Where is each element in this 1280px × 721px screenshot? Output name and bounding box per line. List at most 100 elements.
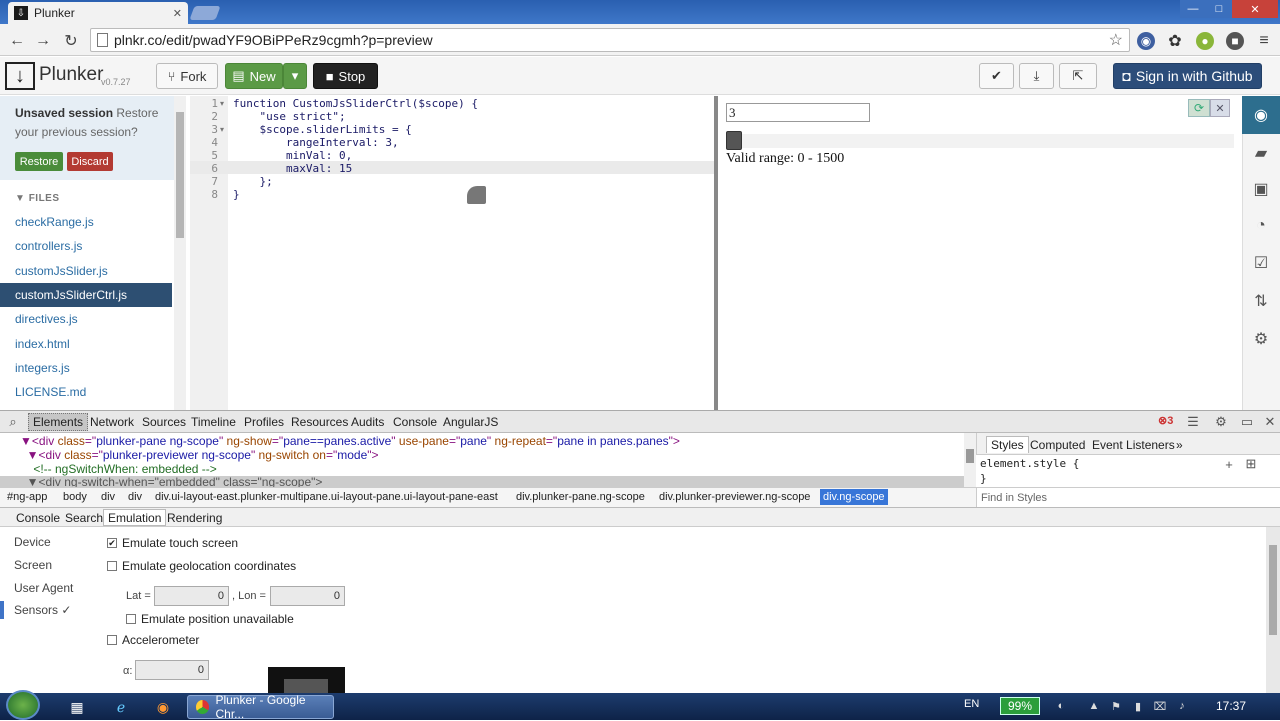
- devtools-tab[interactable]: Profiles: [240, 413, 288, 431]
- slider-track[interactable]: [726, 134, 1234, 148]
- volume-icon[interactable]: ♪: [1174, 698, 1190, 714]
- position-unavailable-checkbox[interactable]: [126, 614, 136, 624]
- file-item[interactable]: index.html: [0, 332, 172, 356]
- file-item[interactable]: controllers.js: [0, 234, 172, 258]
- refresh-preview-icon[interactable]: ⟳: [1188, 99, 1210, 117]
- breadcrumb-item[interactable]: div.plunker-pane.ng-scope: [513, 489, 648, 505]
- emu-side-device[interactable]: Device: [14, 535, 51, 549]
- element-style-rule[interactable]: element.style {: [980, 457, 1079, 470]
- code-line[interactable]: $scope.sliderLimits = {: [233, 123, 411, 136]
- drawer-tab[interactable]: Console: [12, 509, 64, 526]
- accelerometer-row[interactable]: Accelerometer: [107, 633, 199, 647]
- code-line[interactable]: function CustomJsSliderCtrl($scope) {: [233, 97, 478, 110]
- back-icon[interactable]: ←: [6, 30, 28, 52]
- devtools-tab[interactable]: Network: [86, 413, 138, 431]
- angular-extension-icon[interactable]: ■: [1226, 32, 1244, 50]
- code-line[interactable]: "use strict";: [233, 110, 345, 123]
- code-line[interactable]: };: [233, 175, 272, 188]
- devtools-tab[interactable]: Sources: [138, 413, 190, 431]
- alpha-input[interactable]: 0: [135, 660, 209, 680]
- checklist-icon[interactable]: ☑: [1242, 246, 1280, 280]
- geolocation-checkbox[interactable]: [107, 561, 117, 571]
- breadcrumb-item[interactable]: div.ng-scope: [820, 489, 888, 505]
- file-list-scrollbar[interactable]: [174, 96, 186, 410]
- devtools-tab[interactable]: Resources: [287, 413, 352, 431]
- file-item[interactable]: checkRange.js: [0, 210, 172, 234]
- explorer-taskbar-icon[interactable]: ▦: [66, 697, 88, 717]
- emu-side-screen[interactable]: Screen: [14, 558, 52, 572]
- address-bar[interactable]: plnkr.co/edit/pwadYF9OBiPPeRz9cgmh?p=pre…: [90, 28, 1130, 52]
- close-preview-icon[interactable]: ✕: [1210, 99, 1230, 117]
- close-devtools-icon[interactable]: ✕: [1261, 413, 1279, 431]
- stop-button[interactable]: ■ Stop: [313, 63, 378, 89]
- styles-tab[interactable]: »: [1172, 436, 1187, 453]
- emu-side-user-agent[interactable]: User Agent: [14, 581, 73, 595]
- close-tab-icon[interactable]: ✕: [173, 7, 182, 20]
- drawer-tab[interactable]: Rendering: [163, 509, 226, 526]
- breadcrumb-item[interactable]: div.plunker-previewer.ng-scope: [656, 489, 813, 505]
- discard-button[interactable]: Discard: [67, 152, 113, 171]
- firefox-taskbar-icon[interactable]: ◉: [152, 697, 174, 717]
- range-input[interactable]: 3: [726, 103, 870, 122]
- touch-screen-row[interactable]: ✔ Emulate touch screen: [107, 536, 238, 550]
- file-item[interactable]: customJsSlider.js: [0, 259, 172, 283]
- lon-input[interactable]: 0: [270, 586, 345, 606]
- drawer-tab[interactable]: Emulation: [103, 509, 167, 526]
- add-style-icon[interactable]: +: [1220, 455, 1238, 473]
- file-item[interactable]: integers.js: [0, 356, 172, 380]
- sign-in-github-button[interactable]: ◘ Sign in with Github: [1113, 63, 1262, 89]
- devtools-tab[interactable]: Timeline: [187, 413, 240, 431]
- dock-icon[interactable]: ▭: [1238, 413, 1256, 431]
- restore-button[interactable]: Restore: [15, 152, 63, 171]
- clock[interactable]: 17:37: [1216, 699, 1246, 713]
- breadcrumb-item[interactable]: #ng-app: [4, 489, 50, 505]
- settings-gear-icon[interactable]: ⚙: [1242, 322, 1280, 356]
- error-count[interactable]: ⊗3: [1158, 414, 1173, 427]
- minimize-window-icon[interactable]: —: [1180, 0, 1206, 18]
- lat-input[interactable]: 0: [154, 586, 229, 606]
- network-icon[interactable]: ▮: [1130, 698, 1146, 714]
- breadcrumb-item[interactable]: body: [60, 489, 90, 505]
- inspect-icon[interactable]: ⌕: [4, 413, 22, 431]
- devtools-tab[interactable]: Audits: [347, 413, 388, 431]
- dom-scrollbar[interactable]: [964, 433, 976, 487]
- styles-tab[interactable]: Computed: [1026, 436, 1089, 453]
- dom-comment[interactable]: <!-- ngSwitchWhen: embedded -->: [0, 462, 216, 476]
- geolocation-row[interactable]: Emulate geolocation coordinates: [107, 559, 296, 573]
- gear-extension-icon[interactable]: ✿: [1166, 32, 1184, 50]
- devtools-settings-icon[interactable]: ⚙: [1212, 413, 1230, 431]
- touch-screen-checkbox[interactable]: ✔: [107, 538, 117, 548]
- code-line[interactable]: rangeInterval: 3,: [233, 136, 399, 149]
- ie-taskbar-icon[interactable]: ℯ: [110, 697, 132, 717]
- chrome-taskbar-button[interactable]: Plunker - Google Chr...: [187, 693, 334, 721]
- reload-icon[interactable]: ↻: [60, 30, 82, 52]
- battery-indicator[interactable]: 99%: [1000, 697, 1040, 715]
- scrollbar-thumb[interactable]: [1269, 545, 1277, 635]
- menu-icon[interactable]: ≡: [1255, 32, 1273, 50]
- toggle-state-icon[interactable]: ⊞: [1242, 455, 1260, 473]
- new-button[interactable]: ▤ New: [225, 63, 283, 89]
- file-item[interactable]: customJsSliderCtrl.js: [0, 282, 172, 307]
- new-tab-button[interactable]: [189, 6, 221, 20]
- tray-arrow-icon[interactable]: ▲: [1086, 698, 1102, 714]
- dom-node[interactable]: ▼<div class="plunker-pane ng-scope" ng-s…: [0, 434, 680, 448]
- emu-side-sensors[interactable]: Sensors ✓: [14, 603, 71, 617]
- fold-arrow-icon[interactable]: ▾: [220, 125, 224, 134]
- devtools-tab[interactable]: Elements: [28, 413, 89, 431]
- download-button[interactable]: ⤓: [1019, 63, 1054, 89]
- close-window-icon[interactable]: ✕: [1232, 0, 1278, 18]
- fork-button[interactable]: ⑂ Fork: [156, 63, 218, 89]
- flag-icon[interactable]: ⚑: [1108, 698, 1124, 714]
- file-item[interactable]: directives.js: [0, 307, 172, 331]
- styles-tab[interactable]: Styles: [986, 436, 1029, 453]
- accelerometer-checkbox[interactable]: [107, 635, 117, 645]
- language-indicator[interactable]: EN: [964, 698, 979, 710]
- forward-icon[interactable]: →: [32, 30, 54, 52]
- code-line[interactable]: }: [233, 188, 240, 201]
- tray-icon[interactable]: ◐: [1053, 698, 1069, 714]
- file-item[interactable]: LICENSE.md: [0, 380, 172, 404]
- console-drawer-icon[interactable]: ☰: [1184, 413, 1202, 431]
- new-dropdown-button[interactable]: ▾: [283, 63, 307, 89]
- dom-node[interactable]: ▼<div class="plunker-previewer ng-scope"…: [0, 448, 379, 462]
- breadcrumb-item[interactable]: div.ui-layout-east.plunker-multipane.ui-…: [152, 489, 501, 505]
